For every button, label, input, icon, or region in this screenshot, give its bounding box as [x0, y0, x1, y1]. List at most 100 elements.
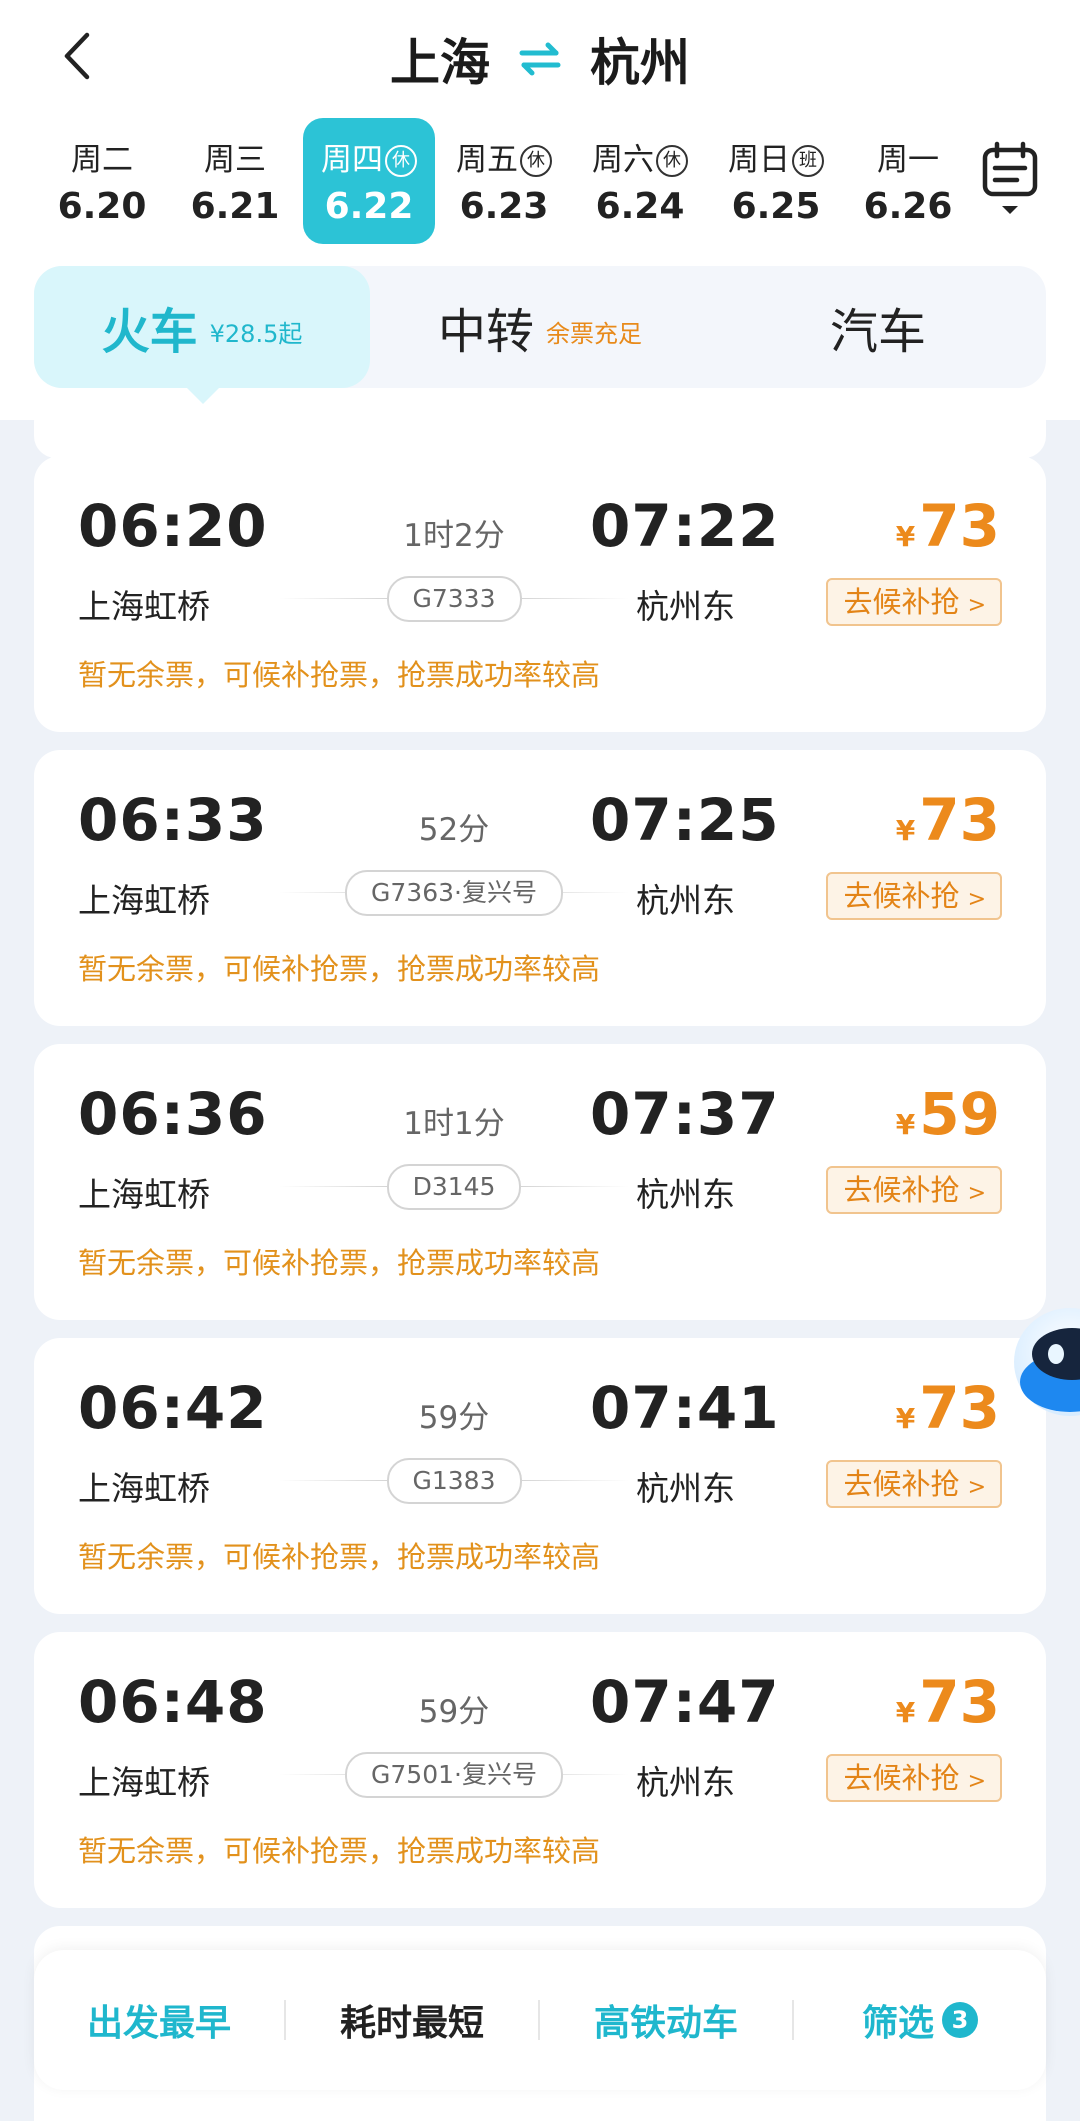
availability-status: 暂无余票，可候补抢票，抢票成功率较高 [78, 1540, 601, 1574]
departure-station: 上海虹桥 [78, 1763, 210, 1802]
filter-button[interactable]: 筛选 3 [794, 1950, 1046, 2090]
trip-duration: 52分 [418, 812, 490, 848]
holiday-badge: 休 [656, 145, 688, 177]
date-item[interactable]: 周一 6.26 [842, 118, 965, 244]
date-item[interactable]: 周六休 6.24 [574, 118, 706, 244]
route-title[interactable]: 上海 杭州 [0, 24, 1080, 94]
train-number-line: D3145 [279, 1164, 629, 1210]
waitlist-button[interactable]: 去候补抢 > [825, 1460, 1002, 1508]
tab-train[interactable]: 火车 ¥28.5起 [34, 266, 370, 404]
tab-label: 汽车 [829, 304, 926, 360]
arrival-station: 杭州东 [636, 587, 735, 626]
train-card[interactable]: 06:20 1时2分 07:22 ¥73 上海虹桥 G7333 杭州东 去候补抢… [34, 456, 1046, 732]
waitlist-label: 去候补抢 [843, 585, 960, 619]
departure-time: 06:33 [78, 786, 268, 854]
train-number: G7333 [386, 576, 522, 622]
tab-transfer[interactable]: 中转 余票充足 [370, 266, 710, 388]
sort-filter-bar: 出发最早 耗时最短 高铁动车 筛选 3 [34, 1950, 1046, 2090]
tab-price-hint: ¥28.5起 [209, 319, 303, 348]
arrival-station: 杭州东 [636, 881, 735, 920]
arrival-time: 07:37 [590, 1080, 780, 1148]
train-number: D3145 [386, 1164, 522, 1210]
transport-mode-tabs: 火车 ¥28.5起 中转 余票充足 汽车 [34, 266, 1046, 404]
date-item[interactable]: 周五休 6.23 [438, 118, 570, 244]
trip-duration: 59分 [418, 1400, 490, 1436]
departure-time: 06:36 [78, 1080, 268, 1148]
header: 上海 杭州 周二 6.20 周三 6.21 周四休 6.22 周五休 6.23 [0, 0, 1080, 420]
workday-badge: 班 [792, 145, 824, 177]
tab-label: 火车 [101, 304, 198, 360]
waitlist-button[interactable]: 去候补抢 > [825, 1754, 1002, 1802]
price-amount: 73 [919, 492, 1000, 560]
ticket-price: ¥73 [896, 1668, 1000, 1736]
train-card[interactable]: 06:36 1时1分 07:37 ¥59 上海虹桥 D3145 杭州东 去候补抢… [34, 1044, 1046, 1320]
date-weekday: 周日班 [710, 134, 842, 179]
price-amount: 73 [919, 1668, 1000, 1736]
departure-time: 06:48 [78, 1668, 268, 1736]
date-item[interactable]: 周二 6.20 [36, 118, 168, 244]
currency-symbol: ¥ [895, 1108, 916, 1141]
date-day: 6.24 [595, 186, 685, 227]
sort-earliest-button[interactable]: 出发最早 [34, 1950, 284, 2090]
date-day: 6.23 [459, 186, 549, 227]
waitlist-button[interactable]: 去候补抢 > [825, 578, 1002, 626]
calendar-button[interactable] [975, 140, 1045, 230]
date-item-selected[interactable]: 周四休 6.22 [303, 118, 435, 244]
departure-station: 上海虹桥 [78, 1469, 210, 1508]
waitlist-label: 去候补抢 [843, 1467, 960, 1501]
tab-label: 中转 [437, 304, 534, 360]
arrival-time: 07:25 [590, 786, 780, 854]
train-card[interactable]: 06:48 59分 07:47 ¥73 上海虹桥 G7501·复兴号 杭州东 去… [34, 1632, 1046, 1908]
train-number: G7363·复兴号 [345, 870, 563, 916]
waitlist-label: 去候补抢 [843, 1761, 960, 1795]
train-number-line: G7333 [279, 576, 629, 622]
date-weekday: 周五休 [438, 134, 570, 179]
train-card[interactable]: 06:42 59分 07:41 ¥73 上海虹桥 G1383 杭州东 去候补抢 >… [34, 1338, 1046, 1614]
holiday-badge: 休 [520, 145, 552, 177]
train-number-line: G7501·复兴号 [279, 1752, 629, 1798]
departure-station: 上海虹桥 [78, 1175, 210, 1214]
date-weekday: 周二 [71, 142, 133, 178]
filter-count-badge: 3 [942, 2002, 978, 2038]
price-amount: 59 [919, 1080, 1000, 1148]
train-number-line: G1383 [279, 1458, 629, 1504]
currency-symbol: ¥ [895, 1696, 916, 1729]
swap-icon[interactable] [516, 39, 564, 79]
date-weekday: 周四休 [303, 134, 435, 179]
train-card[interactable]: 06:33 52分 07:25 ¥73 上海虹桥 G7363·复兴号 杭州东 去… [34, 750, 1046, 1026]
date-item[interactable]: 周日班 6.25 [710, 118, 842, 244]
ticket-price: ¥73 [896, 1374, 1000, 1442]
currency-symbol: ¥ [895, 814, 916, 847]
waitlist-button[interactable]: 去候补抢 > [825, 872, 1002, 920]
waitlist-button[interactable]: 去候补抢 > [825, 1166, 1002, 1214]
filter-label: 筛选 [861, 2003, 934, 2044]
arrival-time: 07:47 [590, 1668, 780, 1736]
highspeed-filter-button[interactable]: 高铁动车 [540, 1950, 792, 2090]
departure-time: 06:42 [78, 1374, 268, 1442]
date-item[interactable]: 周三 6.21 [169, 118, 301, 244]
chevron-right-icon: > [967, 1769, 986, 1794]
price-amount: 73 [919, 786, 1000, 854]
chevron-right-icon: > [967, 593, 986, 618]
sort-shortest-button[interactable]: 耗时最短 [286, 1950, 538, 2090]
date-day: 6.20 [57, 186, 147, 227]
trip-duration: 59分 [418, 1694, 490, 1730]
arrival-time: 07:41 [590, 1374, 780, 1442]
trip-duration: 1时1分 [403, 1106, 505, 1142]
arrival-station: 杭州东 [636, 1469, 735, 1508]
ticket-price: ¥73 [896, 786, 1000, 854]
price-amount: 73 [919, 1374, 1000, 1442]
origin-city: 上海 [390, 34, 490, 92]
waitlist-label: 去候补抢 [843, 879, 960, 913]
availability-status: 暂无余票，可候补抢票，抢票成功率较高 [78, 952, 601, 986]
assistant-robot-icon[interactable] [1012, 1300, 1080, 1420]
date-weekday: 周一 [877, 142, 939, 178]
tab-bus[interactable]: 汽车 [710, 266, 1046, 388]
train-number: G7501·复兴号 [345, 1752, 563, 1798]
date-strip: 周二 6.20 周三 6.21 周四休 6.22 周五休 6.23 周六休 6.… [0, 118, 965, 248]
chevron-right-icon: > [967, 1181, 986, 1206]
train-number-line: G7363·复兴号 [279, 870, 629, 916]
arrival-station: 杭州东 [636, 1175, 735, 1214]
arrival-station: 杭州东 [636, 1763, 735, 1802]
train-list[interactable]: 06:20 1时2分 07:22 ¥73 上海虹桥 G7333 杭州东 去候补抢… [0, 420, 1080, 2121]
